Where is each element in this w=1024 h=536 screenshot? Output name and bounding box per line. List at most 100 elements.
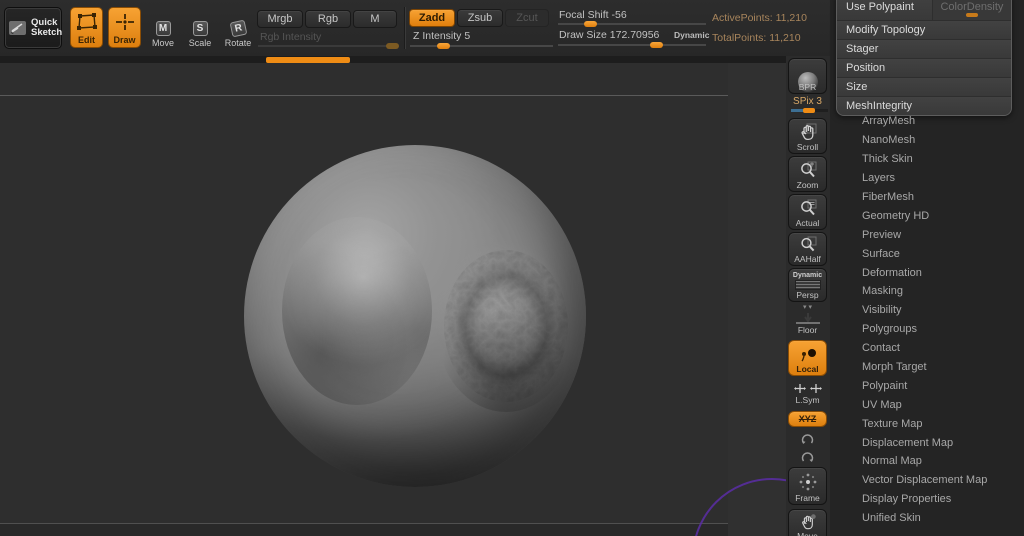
- rgb-button[interactable]: Rgb: [305, 10, 351, 28]
- menu-item[interactable]: Geometry HD: [830, 206, 1024, 225]
- focal-shift-handle[interactable]: [584, 21, 597, 27]
- menu-item[interactable]: Unified Skin: [830, 509, 1024, 528]
- rotate-tool-label: Rotate: [224, 38, 252, 48]
- menu-item[interactable]: Vector Displacement Map: [830, 471, 1024, 490]
- menu-item[interactable]: Displacement Map: [830, 433, 1024, 452]
- bpr-button[interactable]: BPR: [788, 58, 827, 94]
- total-points-readout: TotalPoints: 11,210: [712, 32, 801, 44]
- aahalf-button[interactable]: AAHalf: [788, 232, 827, 266]
- focal-shift-slider[interactable]: [558, 21, 706, 27]
- scroll-button[interactable]: Scroll: [788, 118, 827, 154]
- use-polypaint-button[interactable]: Use Polypaint: [837, 0, 932, 20]
- right-shelf: BPR SPix 3 Scroll Zoom Actual AAHalf Dyn…: [786, 56, 830, 536]
- draw-size-slider[interactable]: [558, 42, 706, 48]
- mrgb-button[interactable]: Mrgb: [257, 10, 303, 28]
- shelf-chevrons: ▾ ▾: [803, 304, 812, 311]
- rgb-intensity-handle[interactable]: [386, 43, 399, 49]
- sphere-right-dent: [435, 240, 576, 412]
- document-canvas[interactable]: [0, 63, 852, 536]
- draw-size-handle[interactable]: [650, 42, 663, 48]
- z-intensity-slider-label: Z Intensity 5: [413, 30, 471, 42]
- persp-button[interactable]: Dynamic Persp: [788, 268, 827, 302]
- sculpt-sphere-model[interactable]: [244, 145, 586, 487]
- local-button[interactable]: Local: [788, 340, 827, 376]
- color-density-handle[interactable]: [965, 13, 978, 17]
- canvas-right-gap: [728, 63, 786, 536]
- menu-item[interactable]: Thick Skin: [830, 150, 1024, 169]
- zsub-button[interactable]: Zsub: [457, 9, 503, 27]
- z-intensity-slider[interactable]: [410, 43, 553, 49]
- menu-item[interactable]: NanoMesh: [830, 131, 1024, 150]
- dropdown-item[interactable]: Size: [837, 77, 1011, 96]
- bpr-label: BPR: [798, 82, 817, 92]
- zoom-button[interactable]: Zoom: [788, 156, 827, 192]
- spix-track[interactable]: [791, 108, 828, 113]
- arc-arrow-icon: [801, 434, 814, 444]
- dropdown-item[interactable]: Stager: [837, 39, 1011, 58]
- subpalette-menu-list: ArrayMesh NanoMesh Thick Skin Layers FiberMe…: [830, 112, 1024, 528]
- zadd-button[interactable]: Zadd: [409, 9, 455, 27]
- menu-item[interactable]: Normal Map: [830, 452, 1024, 471]
- draw-label: Draw: [113, 35, 136, 45]
- frame-label: Frame: [795, 493, 820, 503]
- draw-size-slider-label: Draw Size 172.70956: [559, 29, 660, 41]
- hand-scroll-icon: [801, 123, 816, 141]
- spix-handle[interactable]: [803, 108, 815, 113]
- menu-item[interactable]: Display Properties: [830, 490, 1024, 509]
- z-intensity-handle[interactable]: [437, 43, 450, 49]
- zoom-label: Zoom: [796, 180, 819, 190]
- spix-label: SPix 3: [793, 96, 822, 107]
- document-top-edge: [0, 95, 728, 96]
- floor-button[interactable]: Floor: [788, 312, 827, 338]
- scale-tool-button[interactable]: S Scale: [185, 10, 215, 48]
- floor-arrow-icon: [795, 313, 820, 324]
- m-button[interactable]: M: [353, 10, 397, 28]
- xyz-button[interactable]: XYZ: [788, 411, 827, 427]
- move-tool-button[interactable]: M Move: [148, 10, 178, 48]
- aahalf-label: AAHalf: [794, 254, 821, 264]
- menu-item[interactable]: ArrayMesh: [830, 112, 1024, 131]
- radial-symmetry-button-1[interactable]: [788, 432, 827, 447]
- sketch-icon: [8, 19, 28, 37]
- menu-item[interactable]: Texture Map: [830, 414, 1024, 433]
- edit-button[interactable]: Edit: [70, 7, 103, 48]
- edit-label: Edit: [78, 35, 95, 45]
- dynamic-mode-toggle[interactable]: Dynamic: [674, 30, 709, 40]
- menu-item[interactable]: Polypaint: [830, 376, 1024, 395]
- lsym-button[interactable]: L.Sym: [788, 382, 827, 408]
- menu-item[interactable]: Preview: [830, 225, 1024, 244]
- toolbar-divider: [404, 7, 405, 49]
- menu-item[interactable]: Masking: [830, 282, 1024, 301]
- menu-item[interactable]: Morph Target: [830, 358, 1024, 377]
- menu-item[interactable]: FiberMesh: [830, 188, 1024, 207]
- lsym-label: L.Sym: [795, 395, 820, 405]
- menu-item[interactable]: Polygroups: [830, 320, 1024, 339]
- menu-item[interactable]: Layers: [830, 169, 1024, 188]
- menu-item[interactable]: Deformation: [830, 263, 1024, 282]
- persp-dynamic-label: Dynamic: [792, 272, 823, 279]
- draw-button[interactable]: Draw: [108, 7, 141, 48]
- shelf-move-button[interactable]: Move: [788, 509, 827, 536]
- persp-stripes-icon: [794, 280, 821, 290]
- menu-item[interactable]: UV Map: [830, 395, 1024, 414]
- actual-button[interactable]: Actual: [788, 194, 827, 230]
- menu-item[interactable]: Contact: [830, 339, 1024, 358]
- color-density-slider[interactable]: ColorDensity: [931, 0, 1011, 20]
- frame-button[interactable]: Frame: [788, 467, 827, 505]
- zcut-button[interactable]: Zcut: [505, 9, 549, 27]
- dropdown-rows: Modify Topology Stager Position Size MeshInt…: [837, 20, 1011, 115]
- spix-slider[interactable]: SPix 3: [788, 96, 828, 116]
- dropdown-item[interactable]: Position: [837, 58, 1011, 77]
- tool-subpanel: Use Polypaint ColorDensity Modify Topolo…: [830, 0, 1024, 536]
- sphere-left-bump: [281, 216, 433, 405]
- actual-label: Actual: [795, 218, 820, 228]
- rgb-intensity-slider[interactable]: [258, 43, 399, 49]
- quick-sketch-button[interactable]: Quick Sketch: [4, 7, 62, 49]
- menu-item[interactable]: Visibility: [830, 301, 1024, 320]
- frame-dots-icon: [799, 473, 816, 491]
- dropdown-item[interactable]: Modify Topology: [837, 20, 1011, 39]
- menu-item[interactable]: Surface: [830, 244, 1024, 263]
- radial-symmetry-button-2[interactable]: [788, 450, 827, 465]
- rotate-tool-button[interactable]: R Rotate: [222, 10, 254, 48]
- quick-sketch-label: Quick Sketch: [31, 17, 63, 38]
